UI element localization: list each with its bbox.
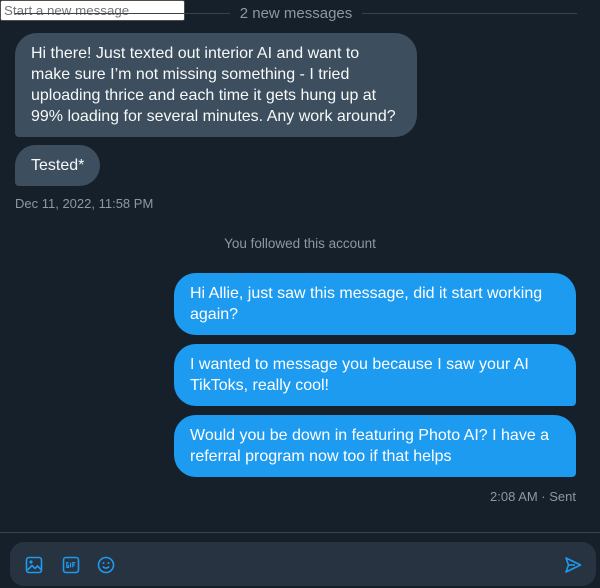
divider-line-right — [362, 12, 577, 14]
system-note: You followed this account — [224, 236, 376, 251]
incoming-message-bubble[interactable]: Hi there! Just texted out interior AI an… — [15, 33, 417, 137]
emoji-icon[interactable] — [97, 556, 115, 574]
outgoing-message-bubble[interactable]: Hi Allie, just saw this message, did it … — [174, 273, 576, 335]
new-messages-label: 2 new messages — [239, 4, 353, 22]
outgoing-message-bubble[interactable]: Would you be down in featuring Photo AI?… — [174, 415, 576, 477]
new-messages-divider: 2 new messages — [15, 0, 577, 26]
outgoing-message-bubble[interactable]: I wanted to message you because I saw yo… — [174, 344, 576, 406]
message-status: 2:08 AM · Sent — [490, 489, 576, 504]
divider-line-left — [15, 12, 230, 14]
send-icon[interactable] — [564, 556, 582, 574]
incoming-timestamp: Dec 11, 2022, 11:58 PM — [15, 196, 154, 211]
image-icon[interactable] — [25, 556, 43, 574]
gif-icon[interactable] — [62, 556, 80, 574]
incoming-message-bubble[interactable]: Tested* — [15, 145, 101, 186]
